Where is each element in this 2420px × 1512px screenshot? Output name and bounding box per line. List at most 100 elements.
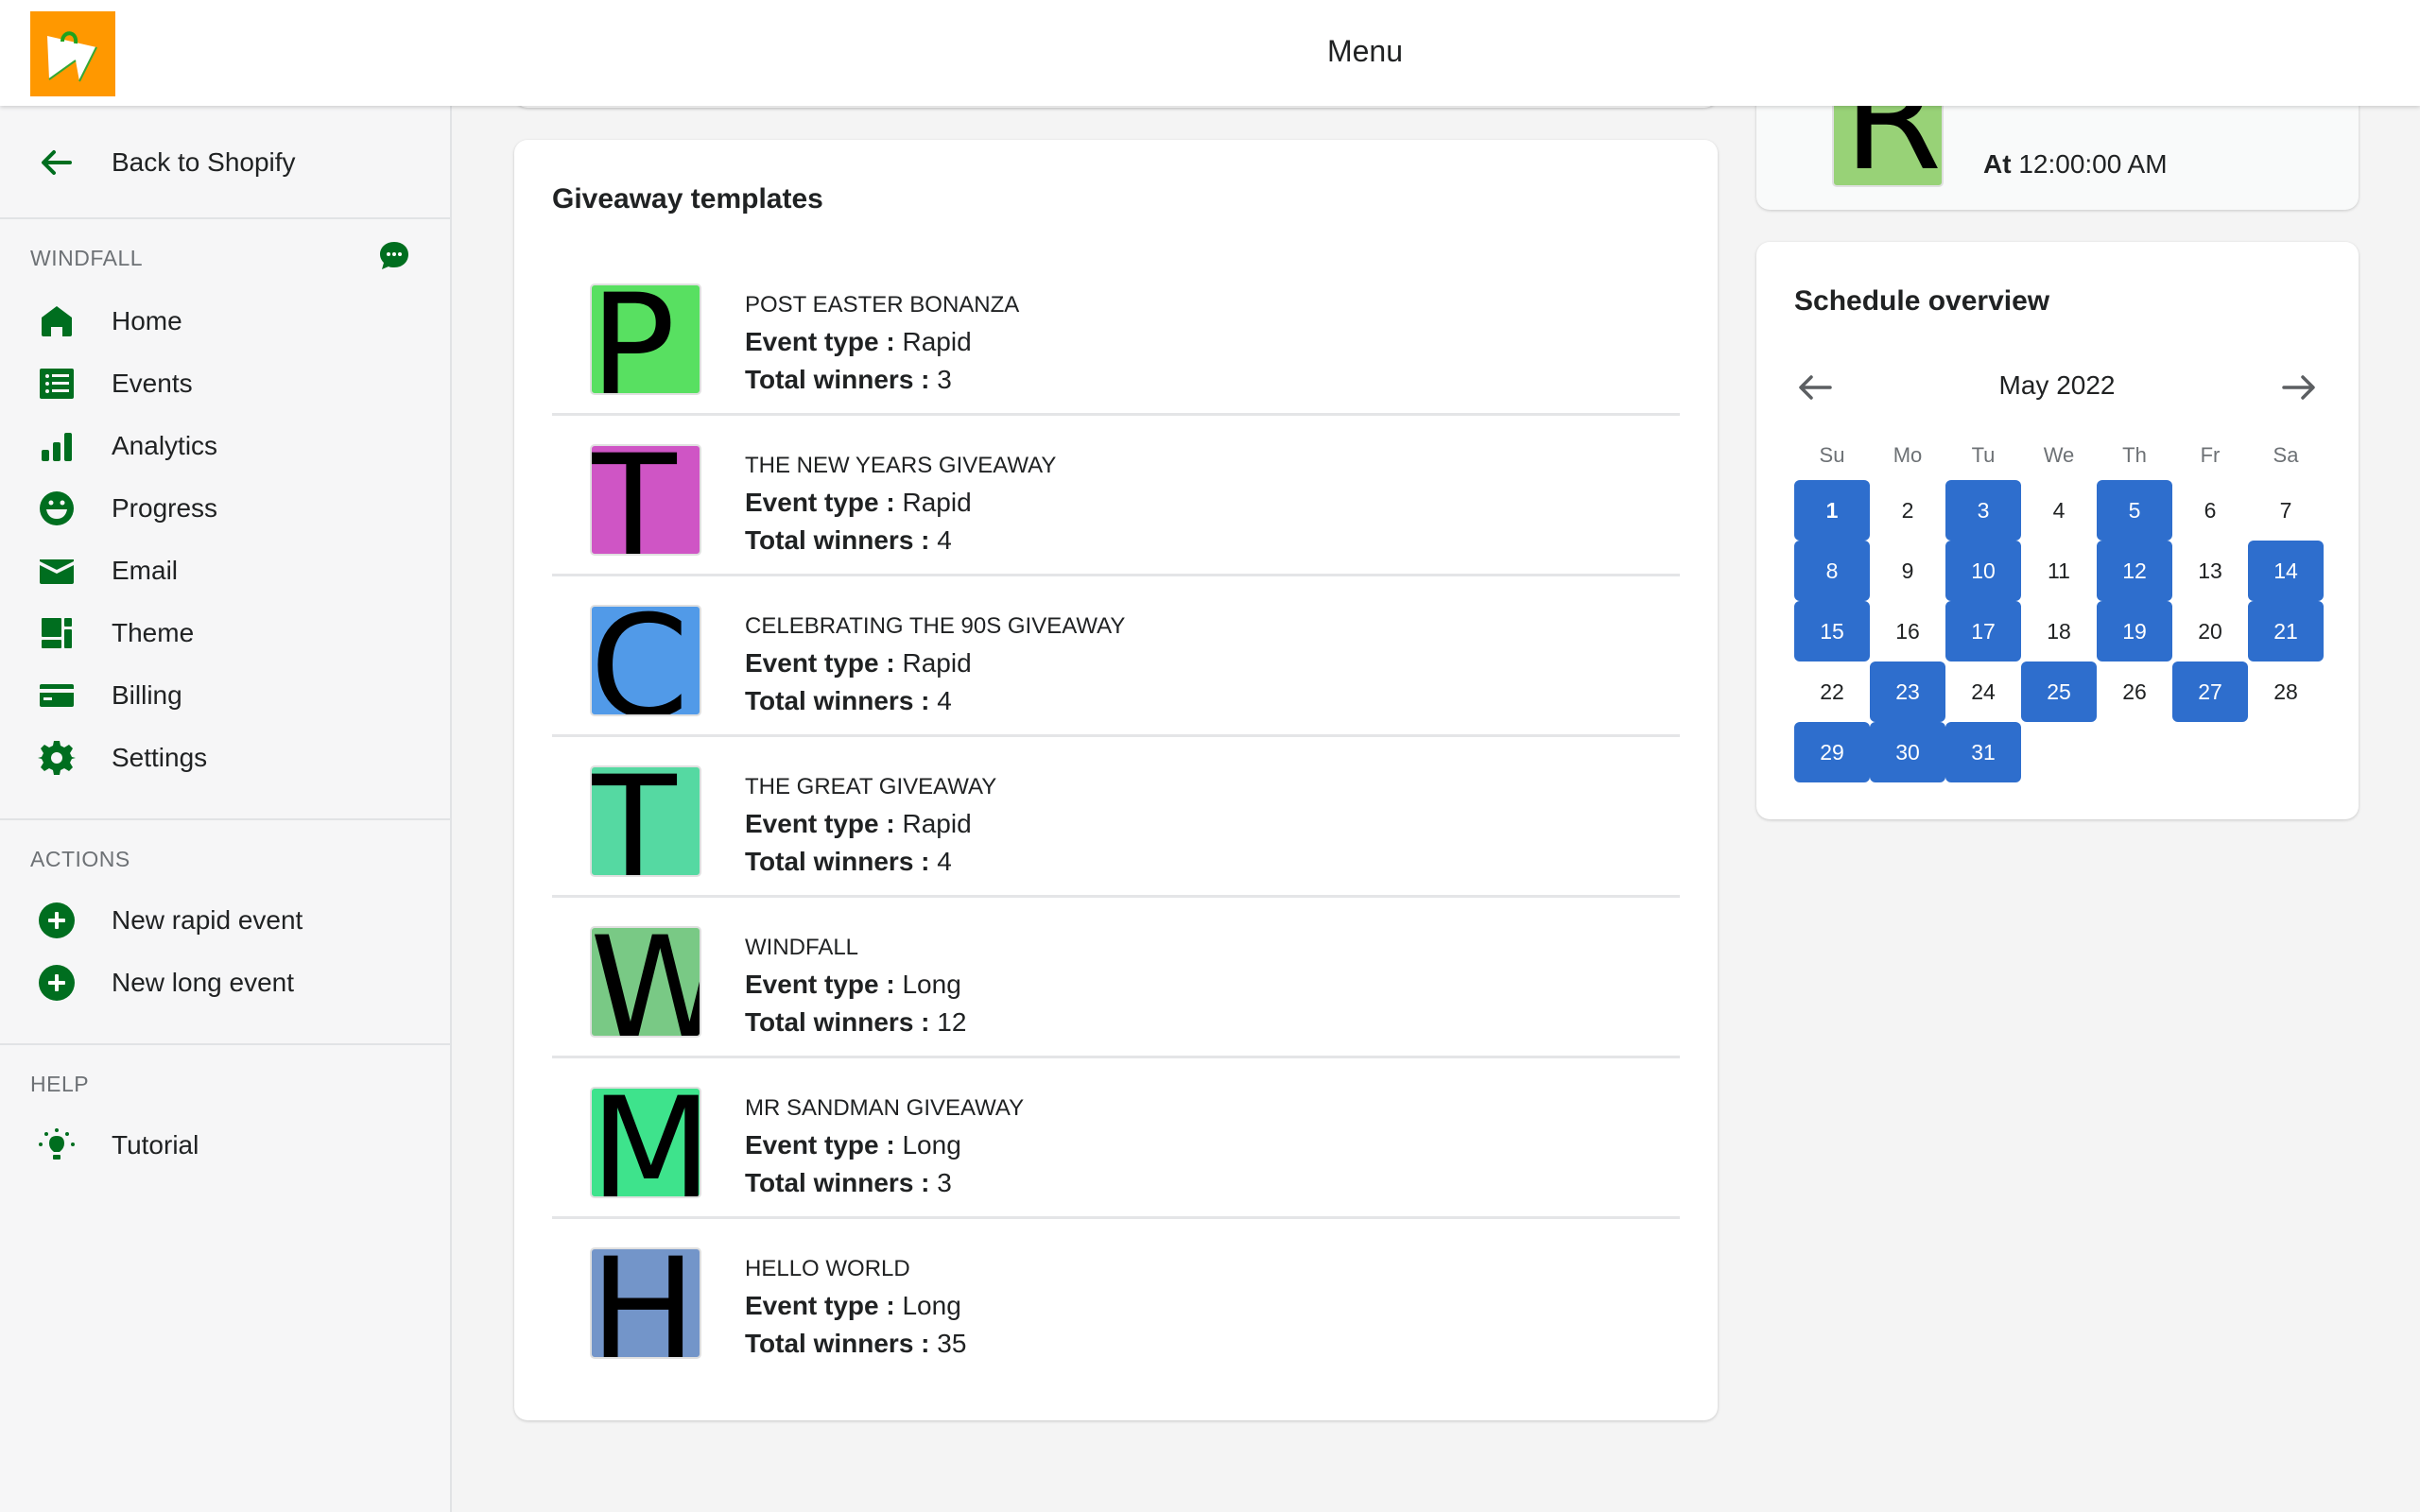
event-type-label: Event type : (745, 809, 895, 838)
top-bar: Menu (0, 0, 2420, 106)
template-name: HELLO WORLD (745, 1256, 910, 1281)
sidebar-item-new-long-event[interactable]: New long event (36, 956, 294, 1009)
calendar-day[interactable]: 30 (1870, 722, 1945, 782)
template-avatar: T (590, 444, 701, 556)
sidebar-item-theme[interactable]: Theme (36, 607, 194, 660)
sidebar-item-tutorial[interactable]: Tutorial (36, 1119, 199, 1172)
sidebar-divider (0, 818, 450, 820)
template-avatar: T (590, 765, 701, 877)
template-list-item[interactable]: WWINDFALLEvent type : LongTotal winners … (552, 898, 1680, 1058)
calendar-day[interactable]: 18 (2021, 601, 2097, 662)
section-label-windfall: WINDFALL (30, 246, 144, 270)
page-title: Menu (1326, 34, 1404, 68)
calendar-day[interactable]: 25 (2021, 662, 2097, 722)
template-list-item[interactable]: T THE NEW YEARS GIVEAWAY Event type : Rapi… (552, 416, 1680, 576)
calendar-day[interactable]: 10 (1945, 541, 2021, 601)
template-total-winners: Total winners : 35 (745, 1325, 966, 1363)
calendar-day[interactable]: 13 (2172, 541, 2248, 601)
calendar-day[interactable]: 1 (1794, 480, 1870, 541)
calendar-day[interactable]: 7 (2248, 480, 2324, 541)
calendar-day[interactable]: 8 (1794, 541, 1870, 601)
calendar-day[interactable]: 5 (2097, 480, 2172, 541)
template-event-type: Event type : Rapid (745, 805, 996, 843)
template-list-item[interactable]: T THE GREAT GIVEAWAY Event type : Rapid Tot… (552, 737, 1680, 898)
event-type-value: Long (902, 1291, 961, 1320)
lightbulb-icon (36, 1125, 78, 1166)
calendar-day[interactable]: 14 (2248, 541, 2324, 601)
arrow-left-icon (42, 150, 72, 175)
calendar-day[interactable]: 6 (2172, 480, 2248, 541)
total-winners-label: Total winners : (745, 365, 930, 394)
calendar-day[interactable]: 4 (2021, 480, 2097, 541)
calendar-day[interactable]: 15 (1794, 601, 1870, 662)
templates-list: P POST EASTER BONANZA Event type : Rapid To… (552, 255, 1680, 1380)
template-list-item[interactable]: M MR SANDMAN GIVEAWAY Event type : Long Tot… (552, 1058, 1680, 1219)
calendar-month-label: May 2022 (1998, 370, 2116, 400)
calendar-day[interactable]: 11 (2021, 541, 2097, 601)
template-total-winners: Total winners : 3 (745, 361, 1019, 399)
calendar-day[interactable]: 27 (2172, 662, 2248, 722)
calendar-day[interactable]: 23 (1870, 662, 1945, 722)
event-type-value: Long (902, 970, 961, 999)
calendar-nav: May 2022 (1794, 359, 2320, 416)
sidebar-item-events[interactable]: Events (36, 357, 193, 410)
template-list-item[interactable]: P POST EASTER BONANZA Event type : Rapid To… (552, 255, 1680, 416)
plus-circle-icon (36, 900, 78, 941)
calendar-day[interactable]: 28 (2248, 662, 2324, 722)
sidebar-item-home[interactable]: Home (36, 295, 182, 348)
chat-icon[interactable] (378, 240, 410, 272)
back-to-shopify-link[interactable]: Back to Shopify (36, 136, 296, 189)
event-type-value: Rapid (902, 488, 972, 517)
calendar-day[interactable]: 12 (2097, 541, 2172, 601)
template-info: WINDFALL Event type : Long Total winners :… (745, 930, 966, 1041)
sidebar-item-label: Analytics (112, 431, 218, 460)
template-total-winners: Total winners : 4 (745, 522, 1056, 559)
calendar-day[interactable]: 26 (2097, 662, 2172, 722)
sidebar-item-email[interactable]: Email (36, 544, 178, 597)
home-icon (36, 301, 78, 342)
giveaway-templates-card: Giveaway templates P POST EASTER BONANZA E… (514, 140, 1718, 1420)
weekday-label: Fr (2200, 443, 2221, 467)
template-list-item[interactable]: H HELLO WORLD Event type : Long Total winne… (552, 1219, 1680, 1380)
template-name: MR SANDMAN GIVEAWAY (745, 1095, 1025, 1121)
event-type-value: Rapid (902, 648, 972, 678)
sidebar-item-settings[interactable]: Settings (36, 731, 207, 784)
weekday-label: Mo (1893, 443, 1923, 467)
calendar-day[interactable]: 3 (1945, 480, 2021, 541)
template-info: THE GREAT GIVEAWAY Event type : Rapid Tota… (745, 769, 996, 881)
template-avatar: P (590, 284, 701, 395)
total-winners-label: Total winners : (745, 1329, 930, 1358)
calendar-weekday-header: Su Mo Tu We Th Fr Sa (1794, 431, 2324, 480)
total-winners-value: 4 (937, 847, 952, 876)
calendar-day[interactable]: 31 (1945, 722, 2021, 782)
calendar-day[interactable]: 22 (1794, 662, 1870, 722)
event-time-label: At (1983, 149, 2012, 179)
sidebar-item-analytics[interactable]: Analytics (36, 420, 217, 472)
schedule-overview-card: Schedule overview May 2022 Su Mo Tu We Th Fr S… (1756, 242, 2359, 819)
sidebar-item-label: Billing (112, 680, 182, 710)
event-type-label: Event type : (745, 1291, 895, 1320)
sidebar-item-label: New long event (112, 968, 295, 997)
sidebar-item-label: New rapid event (112, 905, 303, 935)
smiley-icon (36, 488, 78, 529)
calendar-day[interactable]: 2 (1870, 480, 1945, 541)
sidebar-item-billing[interactable]: Billing (36, 669, 182, 722)
weekday-label: Su (1819, 443, 1845, 467)
calendar-day[interactable]: 20 (2172, 601, 2248, 662)
calendar-day[interactable]: 29 (1794, 722, 1870, 782)
sidebar-item-progress[interactable]: Progress (36, 482, 217, 535)
calendar-day[interactable]: 17 (1945, 601, 2021, 662)
calendar-day[interactable]: 21 (2248, 601, 2324, 662)
calendar-day[interactable]: 16 (1870, 601, 1945, 662)
template-list-item[interactable]: C CELEBRATING THE 90S GIVEAWAY Event type … (552, 576, 1680, 737)
back-to-shopify-label: Back to Shopify (112, 147, 296, 177)
calendar-day[interactable]: 9 (1870, 541, 1945, 601)
next-month-button[interactable] (2280, 370, 2318, 404)
calendar-grid: Su Mo Tu We Th Fr Sa 1 2 3 4 5 6 7 8 9 10 11 12 13 14 15 16 17… (1794, 431, 2324, 782)
list-icon (36, 363, 78, 404)
calendar-day[interactable]: 19 (2097, 601, 2172, 662)
sidebar-item-new-rapid-event[interactable]: New rapid event (36, 894, 302, 947)
event-type-label: Event type : (745, 488, 895, 517)
calendar-day[interactable]: 24 (1945, 662, 2021, 722)
credit-card-icon (36, 675, 78, 716)
